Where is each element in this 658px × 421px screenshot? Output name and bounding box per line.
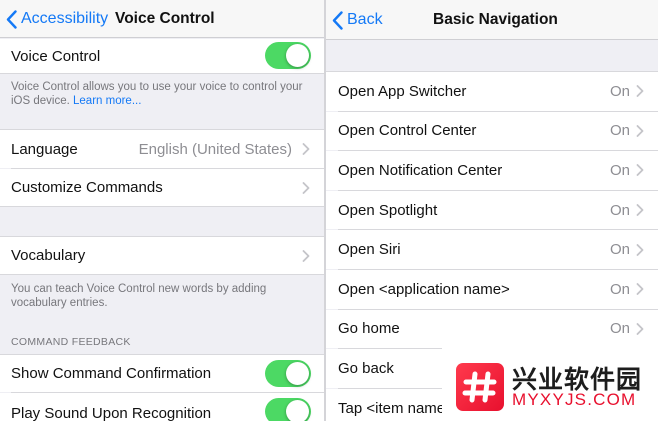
- command-row[interactable]: Open <application name> On: [326, 270, 658, 309]
- command-row[interactable]: Open Control Center On: [326, 111, 658, 151]
- watermark-domain: MYXYJS.COM: [512, 390, 637, 409]
- chevron-right-icon: [636, 283, 644, 296]
- command-status: On: [609, 280, 630, 298]
- description-text: Voice Control allows you to use your voi…: [11, 81, 303, 107]
- command-status: On: [609, 320, 630, 338]
- command-label: Open Spotlight: [338, 201, 438, 219]
- back-button[interactable]: Accessibility: [6, 0, 108, 38]
- voice-control-toggle[interactable]: [265, 42, 311, 69]
- command-status: On: [609, 161, 630, 179]
- page-title: Voice Control: [115, 10, 215, 27]
- command-feedback-header: COMMAND FEEDBACK: [11, 336, 131, 348]
- back-button[interactable]: Back: [332, 0, 383, 40]
- vocabulary-description: You can teach Voice Control new words by…: [11, 283, 267, 309]
- chevron-right-icon: [636, 243, 644, 256]
- show-command-confirmation-row: Show Command Confirmation: [0, 355, 324, 392]
- chevron-right-icon: [636, 124, 644, 137]
- command-row[interactable]: Open Siri On: [326, 230, 658, 269]
- page-title: Basic Navigation: [433, 11, 558, 28]
- language-value: English (United States): [138, 140, 292, 158]
- hash-icon: [462, 371, 497, 403]
- chevron-right-icon: [302, 143, 310, 155]
- command-row[interactable]: Open App Switcher On: [326, 72, 658, 111]
- language-row[interactable]: Language English (United States): [0, 130, 324, 168]
- watermark: 兴业软件园 MYXYJS.COM: [442, 348, 658, 421]
- chevron-left-icon: [332, 10, 343, 30]
- command-row[interactable]: Open Notification Center On: [326, 151, 658, 190]
- command-status: On: [609, 201, 630, 219]
- divider: [0, 73, 324, 74]
- vocabulary-label: Vocabulary: [11, 247, 86, 264]
- command-label: Open Notification Center: [338, 161, 503, 179]
- command-status: On: [609, 82, 630, 100]
- chevron-right-icon: [302, 249, 310, 262]
- command-label: Open <application name>: [338, 280, 510, 298]
- command-label: Open Control Center: [338, 122, 477, 140]
- toggle-knob: [286, 44, 309, 67]
- command-label: Go back: [338, 359, 394, 377]
- back-label: Accessibility: [21, 10, 109, 27]
- voice-control-description: Voice Control allows you to use your voi…: [11, 80, 312, 108]
- play-sound-toggle[interactable]: [265, 398, 311, 421]
- chevron-right-icon: [636, 322, 644, 335]
- chevron-right-icon: [636, 85, 644, 98]
- show-command-confirmation-toggle[interactable]: [265, 360, 311, 387]
- command-row[interactable]: Go home On: [326, 309, 658, 349]
- voice-control-label: Voice Control: [11, 47, 101, 65]
- command-status: On: [609, 122, 630, 140]
- divider: [0, 206, 324, 207]
- play-sound-row: Play Sound Upon Recognition: [0, 393, 324, 421]
- toggle-knob: [286, 362, 309, 385]
- command-status: On: [609, 241, 630, 259]
- learn-more-link[interactable]: Learn more...: [73, 95, 141, 107]
- divider: [0, 274, 324, 275]
- chevron-left-icon: [6, 9, 17, 29]
- navigation-bar: Back Basic Navigation: [326, 0, 658, 40]
- command-label: Open Siri: [338, 241, 401, 259]
- voice-control-screen: Accessibility Voice Control Voice Contro…: [0, 0, 324, 421]
- customize-commands-label: Customize Commands: [11, 179, 163, 196]
- command-label: Open App Switcher: [338, 82, 467, 100]
- language-label: Language: [11, 140, 78, 158]
- customize-commands-row[interactable]: Customize Commands: [0, 169, 324, 206]
- watermark-logo: [456, 363, 504, 411]
- show-command-confirmation-label: Show Command Confirmation: [11, 365, 212, 382]
- command-label: Tap <item name: [338, 399, 446, 417]
- toggle-knob: [286, 400, 309, 421]
- back-label: Back: [347, 11, 383, 28]
- voice-control-row: Voice Control: [0, 39, 324, 73]
- command-row[interactable]: Open Spotlight On: [326, 190, 658, 230]
- chevron-right-icon: [636, 204, 644, 216]
- command-label: Go home: [338, 320, 400, 338]
- navigation-bar: Accessibility Voice Control: [0, 0, 324, 38]
- play-sound-label: Play Sound Upon Recognition: [11, 404, 212, 421]
- chevron-right-icon: [302, 181, 310, 194]
- chevron-right-icon: [636, 164, 644, 177]
- vocabulary-row[interactable]: Vocabulary: [0, 237, 324, 274]
